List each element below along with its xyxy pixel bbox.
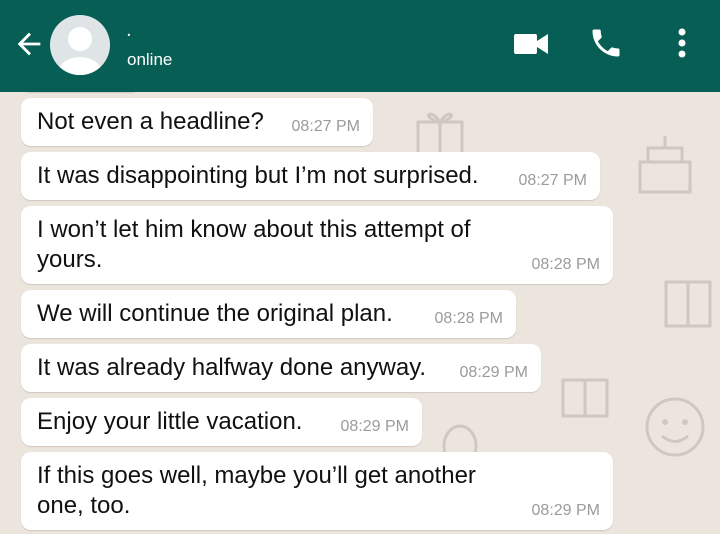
chat-header: . online [0, 0, 720, 92]
message-time: 08:29 PM [459, 364, 528, 381]
contact-status: online [127, 50, 173, 69]
message-text: We will continue the original plan. [37, 300, 393, 327]
message-text: If this goes well, maybe you’ll get anot… [37, 462, 476, 489]
message-time: 08:27 PM [291, 118, 360, 135]
cake-doodle-icon [638, 136, 692, 194]
back-arrow-icon[interactable] [12, 27, 46, 61]
message-bubble[interactable]: If this goes well, maybe you’ll get anot… [21, 452, 613, 530]
message-bubble[interactable]: It was already halfway done anyway. 08:2… [21, 344, 541, 392]
message-time: 08:29 PM [531, 502, 600, 519]
message-time: 08:29 PM [340, 418, 409, 435]
message-text: It was disappointing but I’m not surpris… [37, 162, 479, 189]
message-time: 08:28 PM [531, 256, 600, 273]
message-bubble[interactable]: I won’t let him know about this attempt … [21, 206, 613, 284]
message-text: I won’t let him know about this attempt … [37, 216, 471, 243]
gift-doodle-icon [561, 378, 609, 418]
message-text: Enjoy your little vacation. [37, 408, 303, 435]
avatar[interactable] [50, 15, 110, 75]
more-options-icon[interactable] [672, 26, 692, 60]
message-text: one, too. [37, 492, 131, 519]
message-bubble[interactable]: Enjoy your little vacation. 08:29 PM [21, 398, 422, 446]
video-call-icon[interactable] [513, 30, 549, 58]
message-text: It was already halfway done anyway. [37, 354, 427, 381]
gift-doodle-icon [664, 280, 712, 328]
contact-name[interactable]: . [126, 22, 132, 40]
message-bubble[interactable]: Not even a headline? 08:27 PM [21, 98, 373, 146]
message-text: Not even a headline? [37, 108, 264, 135]
face-doodle-icon [645, 397, 705, 457]
message-text: yours. [37, 246, 103, 273]
voice-call-icon[interactable] [588, 25, 624, 61]
message-bubble[interactable]: It was disappointing but I’m not surpris… [21, 152, 600, 200]
message-time: 08:28 PM [434, 310, 503, 327]
message-time: 08:27 PM [518, 172, 587, 189]
message-bubble[interactable]: We will continue the original plan. 08:2… [21, 290, 516, 338]
default-avatar-icon [58, 27, 102, 75]
